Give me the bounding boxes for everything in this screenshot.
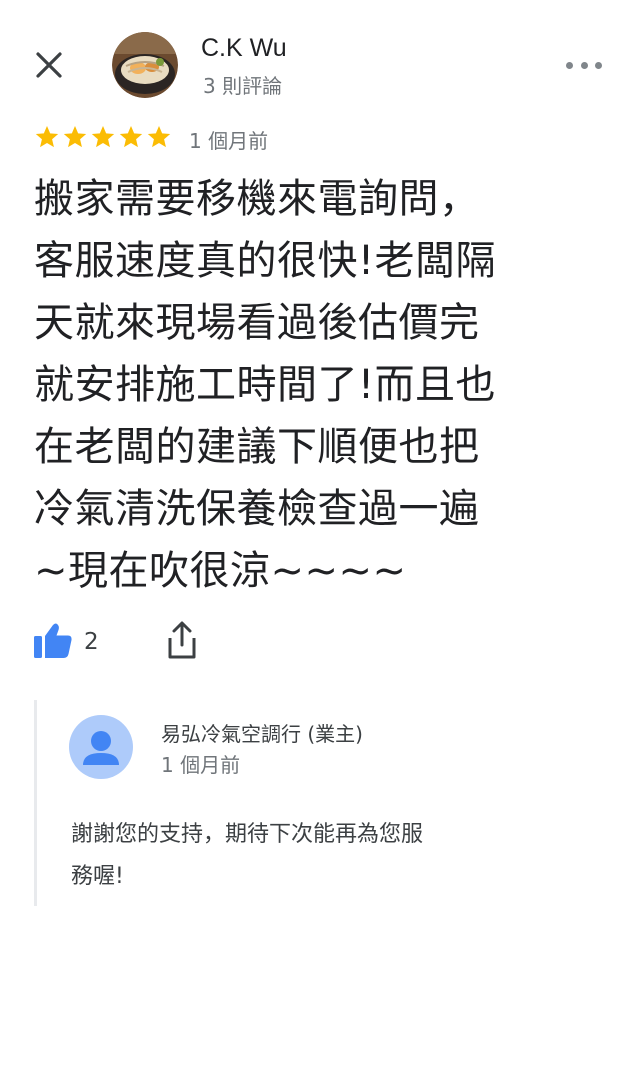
like-button[interactable] [32, 622, 74, 660]
reviewer-review-count: 3 則評論 [203, 74, 283, 98]
more-horizontal-icon [566, 61, 573, 69]
more-horizontal-icon [580, 61, 588, 69]
review-text-line: 就安排施工時間了!而且也 [34, 362, 497, 408]
review-text-line: 在老闆的建議下順便也把 [34, 424, 480, 470]
review-text-line: 搬家需要移機來電詢問， [34, 176, 480, 222]
like-count: 2 [84, 629, 99, 655]
reviewer-avatar[interactable] [112, 32, 178, 98]
star-rating [34, 124, 172, 150]
review-text-line: ~現在吹很涼~~~~ [34, 548, 407, 594]
share-button[interactable] [164, 620, 200, 660]
owner-reply: 易弘冷氣空調行 (業主) 1 個月前 謝謝您的支持，期待下次能再為您服 務喔! [34, 700, 594, 906]
owner-reply-text: 謝謝您的支持，期待下次能再為您服 務喔! [71, 814, 551, 898]
review-text: 搬家需要移機來電詢問， 客服速度真的很快!老闆隔 天就來現場看過後估價完 就安排… [34, 168, 594, 602]
star-icon [91, 125, 115, 148]
more-horizontal-icon [595, 61, 602, 69]
reviewer-name[interactable]: C.K Wu [201, 34, 287, 63]
thumbs-up-icon [34, 623, 72, 658]
more-options-button[interactable] [566, 56, 602, 74]
share-icon [168, 621, 196, 659]
review-time: 1 個月前 [189, 129, 269, 153]
person-icon [83, 731, 119, 765]
star-icon [63, 125, 87, 148]
close-button[interactable] [28, 44, 70, 86]
owner-reply-time: 1 個月前 [161, 753, 241, 777]
review-text-line: 客服速度真的很快!老闆隔 [34, 238, 497, 284]
review-text-line: 冷氣清洗保養檢查過一遍 [34, 486, 480, 532]
owner-avatar [69, 715, 133, 779]
star-icon [147, 125, 171, 148]
owner-name: 易弘冷氣空調行 (業主) [161, 722, 363, 746]
review-text-line: 天就來現場看過後估價完 [34, 300, 480, 346]
star-icon [35, 125, 59, 148]
food-photo-avatar-icon [112, 32, 178, 98]
star-icon [119, 125, 143, 148]
reply-text-line: 謝謝您的支持，期待下次能再為您服 [71, 822, 424, 847]
close-icon [36, 52, 62, 78]
reply-text-line: 務喔! [71, 864, 124, 889]
